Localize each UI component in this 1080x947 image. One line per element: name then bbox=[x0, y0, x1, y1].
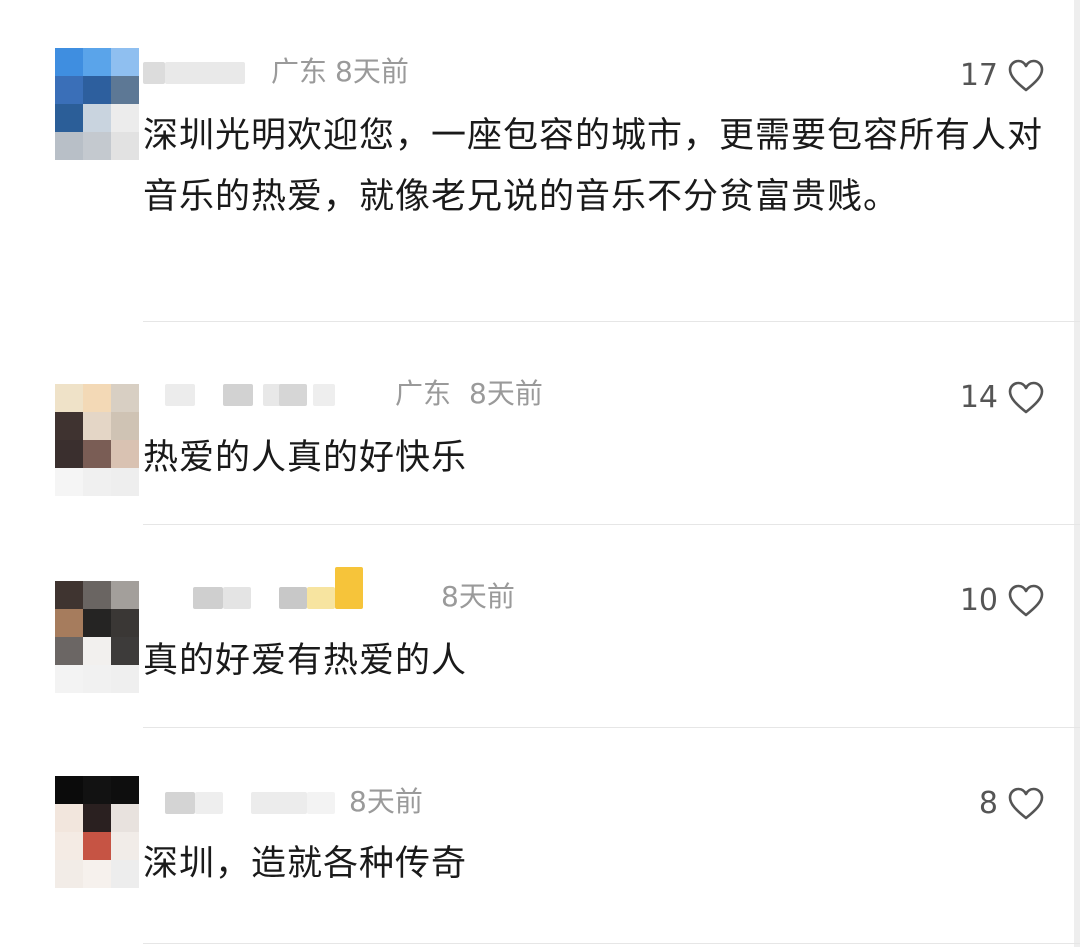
like-count: 14 bbox=[959, 380, 998, 415]
avatar-mosaic-cell bbox=[55, 104, 83, 132]
comment-meta: 8天前 bbox=[143, 782, 743, 822]
avatar-mosaic-cell bbox=[111, 384, 139, 412]
avatar-mosaic-cell bbox=[83, 804, 111, 832]
heart-icon bbox=[1008, 584, 1044, 617]
avatar-mosaic-cell bbox=[83, 665, 111, 693]
avatar-mosaic-cell bbox=[83, 440, 111, 468]
avatar-mosaic-cell bbox=[111, 581, 139, 609]
avatar-mosaic-cell bbox=[111, 104, 139, 132]
username-blurred[interactable] bbox=[165, 62, 245, 84]
username-blurred[interactable] bbox=[223, 384, 253, 406]
username-blurred[interactable] bbox=[195, 792, 223, 814]
avatar-mosaic-cell bbox=[55, 76, 83, 104]
time-label: 8天前 bbox=[335, 55, 409, 88]
heart-icon bbox=[1008, 59, 1044, 92]
avatar-mosaic-cell bbox=[111, 832, 139, 860]
heart-icon bbox=[1008, 381, 1044, 414]
avatar-mosaic-cell bbox=[83, 412, 111, 440]
avatar-mosaic-cell bbox=[83, 104, 111, 132]
avatar-mosaic-cell bbox=[111, 637, 139, 665]
avatar-mosaic-cell bbox=[83, 384, 111, 412]
avatar[interactable] bbox=[55, 384, 139, 496]
divider bbox=[143, 943, 1080, 944]
avatar-mosaic-cell bbox=[111, 804, 139, 832]
username-blurred[interactable] bbox=[313, 384, 335, 406]
location-label: 广东 bbox=[271, 55, 328, 88]
avatar-mosaic-cell bbox=[55, 804, 83, 832]
like-count: 8 bbox=[978, 786, 998, 821]
username-blurred[interactable] bbox=[193, 587, 223, 609]
avatar-mosaic-cell bbox=[55, 48, 83, 76]
avatar-mosaic-cell bbox=[55, 776, 83, 804]
avatar-mosaic-cell bbox=[111, 48, 139, 76]
comment-meta: 广东 8天前 bbox=[143, 52, 743, 92]
username-blurred[interactable] bbox=[307, 587, 335, 609]
avatar-mosaic-cell bbox=[55, 609, 83, 637]
heart-icon bbox=[1008, 787, 1044, 820]
avatar-mosaic-cell bbox=[83, 860, 111, 888]
like-button[interactable]: 8 bbox=[979, 784, 1044, 824]
comment-meta: 8天前 bbox=[143, 567, 743, 617]
avatar-mosaic-cell bbox=[55, 468, 83, 496]
avatar-mosaic-cell bbox=[55, 665, 83, 693]
avatar-mosaic-cell bbox=[55, 860, 83, 888]
username-blurred[interactable] bbox=[279, 384, 307, 406]
avatar-mosaic-cell bbox=[55, 384, 83, 412]
avatar-mosaic-cell bbox=[83, 48, 111, 76]
avatar-mosaic-cell bbox=[83, 832, 111, 860]
avatar-mosaic-cell bbox=[111, 665, 139, 693]
avatar-mosaic-cell bbox=[83, 637, 111, 665]
avatar-mosaic-cell bbox=[55, 581, 83, 609]
like-button[interactable]: 14 bbox=[960, 378, 1044, 418]
avatar-mosaic-cell bbox=[55, 132, 83, 160]
avatar-mosaic-cell bbox=[111, 440, 139, 468]
avatar-mosaic-cell bbox=[111, 132, 139, 160]
comment-text: 深圳光明欢迎您，一座包容的城市，更需要包容所有人对音乐的热爱，就像老兄说的音乐不… bbox=[143, 116, 1044, 217]
avatar-mosaic-cell bbox=[83, 468, 111, 496]
avatar-mosaic-cell bbox=[55, 412, 83, 440]
username-blurred[interactable] bbox=[143, 62, 165, 84]
username-blurred[interactable] bbox=[307, 792, 335, 814]
username-blurred[interactable] bbox=[279, 587, 307, 609]
like-button[interactable]: 10 bbox=[960, 581, 1044, 621]
comment-item: 广东 8天前 17 深圳光明欢迎您，一座包容的城市，更需要包容所有人对音乐的热爱… bbox=[0, 0, 1080, 322]
comment-item: 8天前 10 真的好爱有热爱的人 bbox=[0, 525, 1080, 728]
avatar-mosaic-cell bbox=[111, 76, 139, 104]
avatar-mosaic-cell bbox=[83, 132, 111, 160]
comment-item: 广东 8天前 14 热爱的人真的好快乐 bbox=[0, 322, 1080, 525]
username-blurred[interactable] bbox=[335, 567, 363, 609]
avatar-mosaic-cell bbox=[111, 412, 139, 440]
avatar-mosaic-cell bbox=[111, 776, 139, 804]
avatar-mosaic-cell bbox=[111, 609, 139, 637]
time-label: 8天前 bbox=[469, 377, 543, 410]
username-blurred[interactable] bbox=[165, 792, 195, 814]
like-count: 17 bbox=[959, 58, 998, 93]
avatar-mosaic-cell bbox=[111, 468, 139, 496]
username-blurred[interactable] bbox=[251, 792, 307, 814]
like-button[interactable]: 17 bbox=[960, 56, 1044, 96]
like-count: 10 bbox=[959, 583, 998, 618]
avatar-mosaic-cell bbox=[55, 440, 83, 468]
avatar-mosaic-cell bbox=[111, 860, 139, 888]
avatar-mosaic-cell bbox=[55, 832, 83, 860]
avatar[interactable] bbox=[55, 48, 139, 160]
avatar-mosaic-cell bbox=[55, 637, 83, 665]
avatar-mosaic-cell bbox=[83, 581, 111, 609]
time-label: 8天前 bbox=[349, 785, 423, 818]
time-label: 8天前 bbox=[441, 580, 515, 613]
location-label: 广东 bbox=[395, 377, 452, 410]
avatar[interactable] bbox=[55, 581, 139, 693]
username-blurred[interactable] bbox=[165, 384, 195, 406]
avatar-mosaic-cell bbox=[83, 76, 111, 104]
username-blurred[interactable] bbox=[223, 587, 251, 609]
comment-meta: 广东 8天前 bbox=[143, 374, 743, 414]
comment-item: 8天前 8 深圳，造就各种传奇 bbox=[0, 728, 1080, 947]
comment-text: 热爱的人真的好快乐 bbox=[143, 438, 468, 478]
avatar[interactable] bbox=[55, 776, 139, 888]
avatar-mosaic-cell bbox=[83, 776, 111, 804]
avatar-mosaic-cell bbox=[83, 609, 111, 637]
comment-text: 深圳，造就各种传奇 bbox=[143, 844, 468, 884]
comment-text: 真的好爱有热爱的人 bbox=[143, 641, 468, 681]
